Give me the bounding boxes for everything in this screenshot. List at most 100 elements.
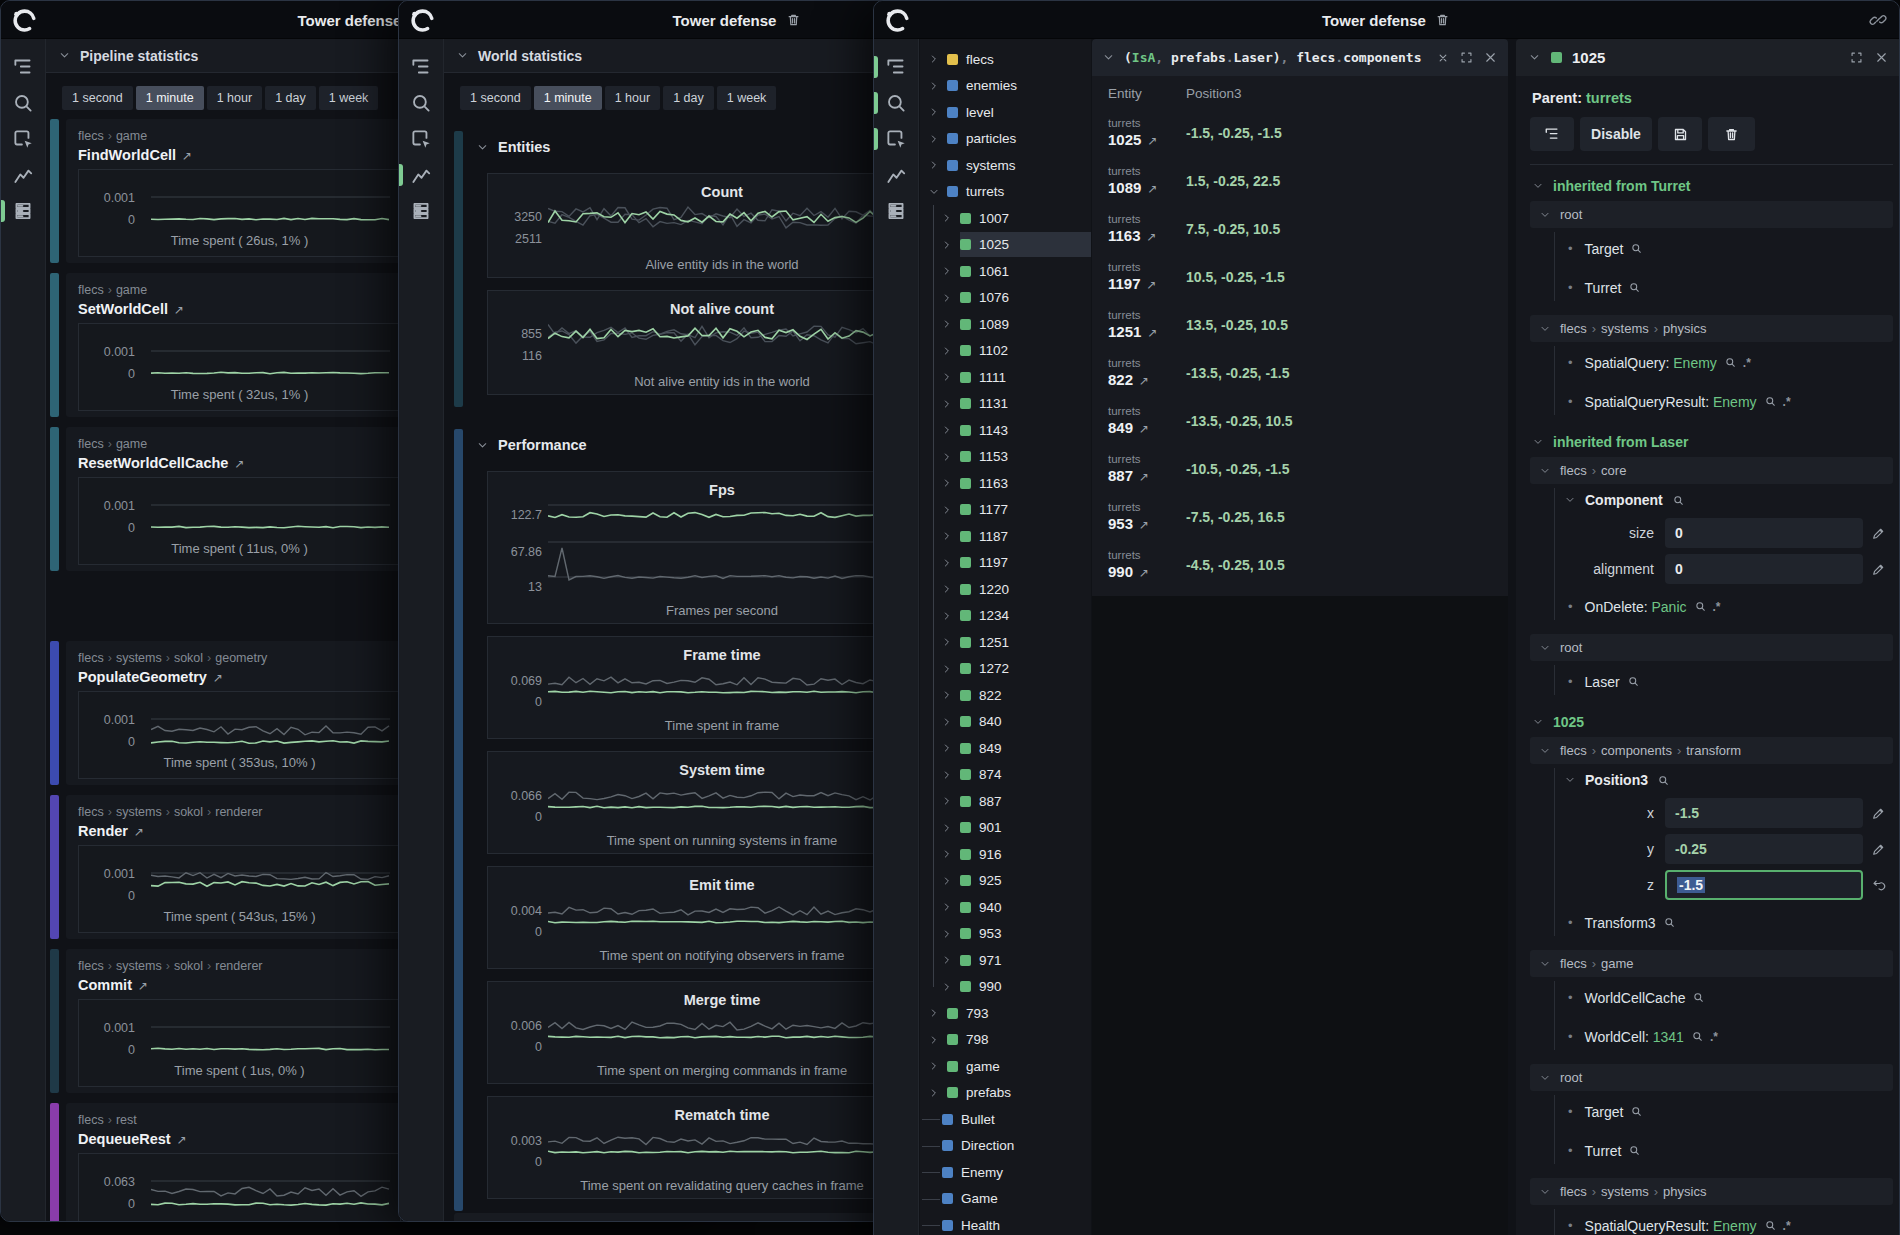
- magnifier-wrap[interactable]: [1724, 356, 1737, 369]
- result-entity-link[interactable]: 1089↗: [1108, 179, 1157, 196]
- tree-expand-icon[interactable]: [941, 716, 953, 728]
- delete-button[interactable]: [1708, 117, 1755, 151]
- field-edit[interactable]: [1863, 526, 1893, 541]
- component-value-link[interactable]: Enemy: [1673, 355, 1717, 371]
- magnifier-icon[interactable]: [1657, 774, 1670, 787]
- sidebar-search-button[interactable]: [409, 91, 433, 115]
- tree-item[interactable]: 1102: [920, 338, 1091, 364]
- component-row[interactable]: •OnDelete: Panic.*: [1544, 587, 1893, 626]
- component-row[interactable]: •WorldCell: 1341.*: [1544, 1017, 1893, 1056]
- tree-item[interactable]: 916: [920, 841, 1091, 867]
- tree-expand-icon[interactable]: [941, 398, 953, 410]
- time-range-button[interactable]: 1 second: [460, 86, 531, 110]
- field-edit[interactable]: [1863, 878, 1893, 893]
- tree-expand-icon[interactable]: [941, 371, 953, 383]
- magnifier-icon[interactable]: [1672, 494, 1685, 507]
- sidebar-chart-button[interactable]: [884, 163, 908, 187]
- tree-item[interactable]: level: [920, 99, 1091, 125]
- field-edit[interactable]: [1863, 806, 1893, 821]
- field-input-z[interactable]: -1.5: [1665, 870, 1863, 900]
- query-result-row[interactable]: turrets849↗-13.5, -0.25, 10.5: [1092, 399, 1508, 447]
- tree-expand-icon[interactable]: [941, 557, 953, 569]
- result-entity-link[interactable]: 887↗: [1108, 467, 1149, 484]
- tree-item[interactable]: 1111: [920, 364, 1091, 390]
- tree-item[interactable]: 1007: [920, 205, 1091, 231]
- tree-expand-icon[interactable]: [941, 795, 953, 807]
- tree-expand-icon[interactable]: [941, 822, 953, 834]
- query-result-row[interactable]: turrets822↗-13.5, -0.25, -1.5: [1092, 351, 1508, 399]
- stat-card-title[interactable]: Commit↗: [78, 977, 148, 993]
- tree-item[interactable]: 1025: [920, 232, 1091, 258]
- tree-item[interactable]: 1089: [920, 311, 1091, 337]
- tree-expand-icon[interactable]: [941, 477, 953, 489]
- tree-item[interactable]: 798: [920, 1027, 1091, 1053]
- sidebar-outliner-button[interactable]: [11, 55, 35, 79]
- tree-expand-icon[interactable]: [928, 106, 940, 118]
- tree-expand-icon[interactable]: [941, 610, 953, 622]
- magnifier-wrap[interactable]: [1628, 1144, 1641, 1157]
- query-result-row[interactable]: turrets1089↗1.5, -0.25, 22.5: [1092, 159, 1508, 207]
- result-entity-link[interactable]: 1197↗: [1108, 275, 1157, 292]
- chev-down-icon[interactable]: [1102, 51, 1115, 64]
- magnifier-wrap[interactable]: [1630, 1105, 1643, 1118]
- stat-card-title[interactable]: Render↗: [78, 823, 144, 839]
- query-result-row[interactable]: turrets953↗-7.5, -0.25, 16.5: [1092, 495, 1508, 543]
- tree-expand-icon[interactable]: [941, 451, 953, 463]
- field-input-y[interactable]: -0.25: [1665, 834, 1863, 864]
- tree-item[interactable]: 990: [920, 974, 1091, 1000]
- tree-item[interactable]: 1153: [920, 444, 1091, 470]
- disable-button[interactable]: Disable: [1580, 117, 1652, 151]
- component-row[interactable]: •Target: [1544, 229, 1893, 268]
- tree-expand-icon[interactable]: [941, 663, 953, 675]
- tree-expand-icon[interactable]: [941, 530, 953, 542]
- result-entity-link[interactable]: 1025↗: [1108, 131, 1157, 148]
- tree-expand-icon[interactable]: [941, 424, 953, 436]
- component-row-expandable[interactable]: Component: [1544, 485, 1893, 515]
- time-range-button[interactable]: 1 week: [717, 86, 777, 110]
- tree-item[interactable]: 971: [920, 947, 1091, 973]
- magnifier-wrap[interactable]: [1692, 991, 1705, 1004]
- stat-card-title[interactable]: PopulateGeometry↗: [78, 669, 223, 685]
- component-group-header[interactable]: flecs›core: [1530, 457, 1893, 484]
- tree-item[interactable]: 793: [920, 1000, 1091, 1026]
- component-value-link[interactable]: Panic: [1652, 599, 1687, 615]
- magnifier-wrap[interactable]: [1764, 395, 1777, 408]
- tree-item[interactable]: Direction: [920, 1133, 1091, 1159]
- tree-item[interactable]: particles: [920, 126, 1091, 152]
- result-entity-link[interactable]: 990↗: [1108, 563, 1149, 580]
- tree-item[interactable]: 849: [920, 735, 1091, 761]
- close-icon[interactable]: [1874, 50, 1889, 65]
- tree-item[interactable]: 1272: [920, 656, 1091, 682]
- component-value-link[interactable]: Enemy: [1713, 1218, 1757, 1234]
- expand-icon[interactable]: [1849, 50, 1864, 65]
- tree-expand-icon[interactable]: [941, 954, 953, 966]
- inspector-section-label[interactable]: inherited from Turret: [1530, 178, 1893, 194]
- tree-expand-icon[interactable]: [928, 1034, 940, 1046]
- tree-expand-icon[interactable]: [941, 583, 953, 595]
- magnifier-wrap[interactable]: [1691, 1030, 1704, 1043]
- time-range-button[interactable]: 1 minute: [534, 86, 602, 110]
- expand-icon[interactable]: [1459, 50, 1474, 65]
- tree-expand-icon[interactable]: [941, 875, 953, 887]
- tree-item[interactable]: 1251: [920, 629, 1091, 655]
- tree-expand-icon[interactable]: [928, 80, 940, 92]
- query-result-row[interactable]: turrets887↗-10.5, -0.25, -1.5: [1092, 447, 1508, 495]
- tree-expand-icon[interactable]: [941, 345, 953, 357]
- stat-card-title[interactable]: FindWorldCell↗: [78, 147, 192, 163]
- magnifier-wrap[interactable]: [1764, 1219, 1777, 1232]
- tree-item[interactable]: 1163: [920, 470, 1091, 496]
- stat-card-title[interactable]: DequeueRest↗: [78, 1131, 187, 1147]
- tree-item[interactable]: Game: [920, 1186, 1091, 1212]
- tree-expand-icon[interactable]: [928, 1087, 940, 1099]
- time-range-button[interactable]: 1 hour: [605, 86, 660, 110]
- tree-item[interactable]: game: [920, 1053, 1091, 1079]
- field-input-size[interactable]: 0: [1665, 518, 1863, 548]
- component-group-header[interactable]: flecs›systems›physics: [1530, 315, 1893, 342]
- component-group-header[interactable]: root: [1530, 1064, 1893, 1091]
- tree-item[interactable]: 901: [920, 815, 1091, 841]
- chev-down-icon[interactable]: [456, 49, 469, 62]
- tree-expand-icon[interactable]: [941, 292, 953, 304]
- tree-item[interactable]: 1076: [920, 285, 1091, 311]
- inspector-section-label[interactable]: inherited from Laser: [1530, 434, 1893, 450]
- tree-expand-icon[interactable]: [941, 901, 953, 913]
